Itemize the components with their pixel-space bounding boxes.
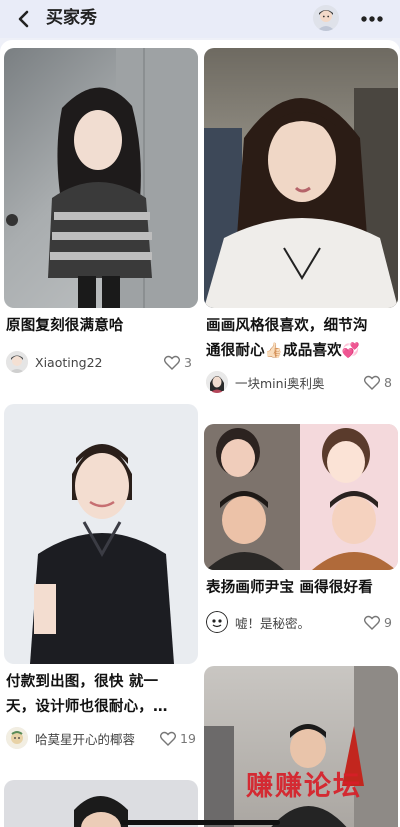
author-info[interactable]: 哈莫星开心的椰蓉 — [6, 726, 135, 750]
author-avatar — [206, 611, 228, 633]
page-title: 买家秀 — [46, 8, 97, 28]
review-caption: 画画风格很喜欢，细节沟 通很耐心👍🏻成品喜欢💞 — [206, 314, 396, 364]
home-indicator — [120, 820, 280, 825]
caption-line: 付款到出图，很快 就一 — [6, 674, 159, 690]
author-name: 一块mini奥利奥 — [235, 375, 325, 391]
avatar-icon — [6, 727, 28, 749]
author-avatar — [206, 371, 228, 393]
like-button[interactable]: 19 — [160, 726, 196, 750]
author-info[interactable]: 一块mini奥利奥 — [206, 370, 325, 394]
author-name: 哈莫星开心的椰蓉 — [35, 731, 136, 747]
photo-illustration — [204, 88, 398, 308]
avatar-figure-icon — [313, 5, 339, 31]
review-caption: 表扬画师尹宝 画得很好看 — [206, 576, 400, 601]
top-bar: 买家秀 — [0, 0, 400, 38]
photo-illustration — [30, 444, 174, 664]
heart-icon — [164, 355, 180, 370]
author-name: 嘘！是秘密。 — [235, 615, 311, 631]
caption-line: 表扬画师尹宝 画得很好看 — [206, 580, 373, 596]
like-count: 19 — [180, 730, 196, 746]
avatar-icon — [6, 351, 28, 373]
chevron-left-icon[interactable] — [14, 9, 34, 29]
review-feed[interactable]: 原图复刻很满意哈 Xiaoting22 3 画画风格很喜欢，细节沟 通很耐心👍🏻… — [0, 40, 400, 827]
like-button[interactable]: 8 — [364, 370, 392, 394]
review-photo[interactable] — [204, 424, 398, 570]
review-card[interactable]: 赚赚论坛 — [204, 666, 398, 827]
photo-illustration — [204, 424, 398, 570]
review-card[interactable]: 付款到出图，很快 就一 天，设计师也很耐心，… 哈莫星开心的椰蓉 19 — [4, 404, 198, 756]
like-button[interactable]: 3 — [164, 350, 192, 374]
author-avatar — [6, 351, 28, 373]
review-card[interactable]: 表扬画师尹宝 画得很好看 嘘！是秘密。 9 — [204, 424, 398, 638]
caption-line: 画画风格很喜欢，细节沟 — [206, 318, 368, 334]
photo-illustration — [6, 48, 198, 308]
caption-line: 通很耐心👍🏻成品喜欢💞 — [206, 343, 361, 359]
review-photo[interactable]: 赚赚论坛 — [204, 666, 398, 827]
avatar-icon — [206, 611, 228, 633]
like-count: 3 — [184, 354, 192, 370]
review-photo[interactable] — [4, 48, 198, 308]
author-avatar — [6, 727, 28, 749]
review-card[interactable]: 原图复刻很满意哈 Xiaoting22 3 — [4, 48, 198, 380]
caption-line: 原图复刻很满意哈 — [6, 318, 124, 334]
more-dots-icon[interactable] — [360, 9, 384, 29]
like-count: 9 — [384, 614, 392, 630]
heart-icon — [160, 731, 176, 746]
author-info[interactable]: Xiaoting22 — [6, 350, 102, 374]
heart-icon — [364, 375, 380, 390]
avatar-icon — [206, 371, 228, 393]
review-caption: 付款到出图，很快 就一 天，设计师也很耐心，… — [6, 670, 196, 720]
like-count: 8 — [384, 374, 392, 390]
user-avatar[interactable] — [313, 5, 339, 31]
review-photo[interactable] — [204, 48, 398, 308]
author-name: Xiaoting22 — [35, 354, 103, 370]
like-button[interactable]: 9 — [364, 610, 392, 634]
caption-line: 天，设计师也很耐心，… — [6, 699, 168, 715]
review-card[interactable]: 画画风格很喜欢，细节沟 通很耐心👍🏻成品喜欢💞 一块mini奥利奥 8 — [204, 48, 398, 398]
author-info[interactable]: 嘘！是秘密。 — [206, 610, 310, 634]
watermark-text: 赚赚论坛 — [246, 771, 362, 802]
heart-icon — [364, 615, 380, 630]
review-caption: 原图复刻很满意哈 — [6, 314, 196, 339]
review-photo[interactable] — [4, 404, 198, 664]
